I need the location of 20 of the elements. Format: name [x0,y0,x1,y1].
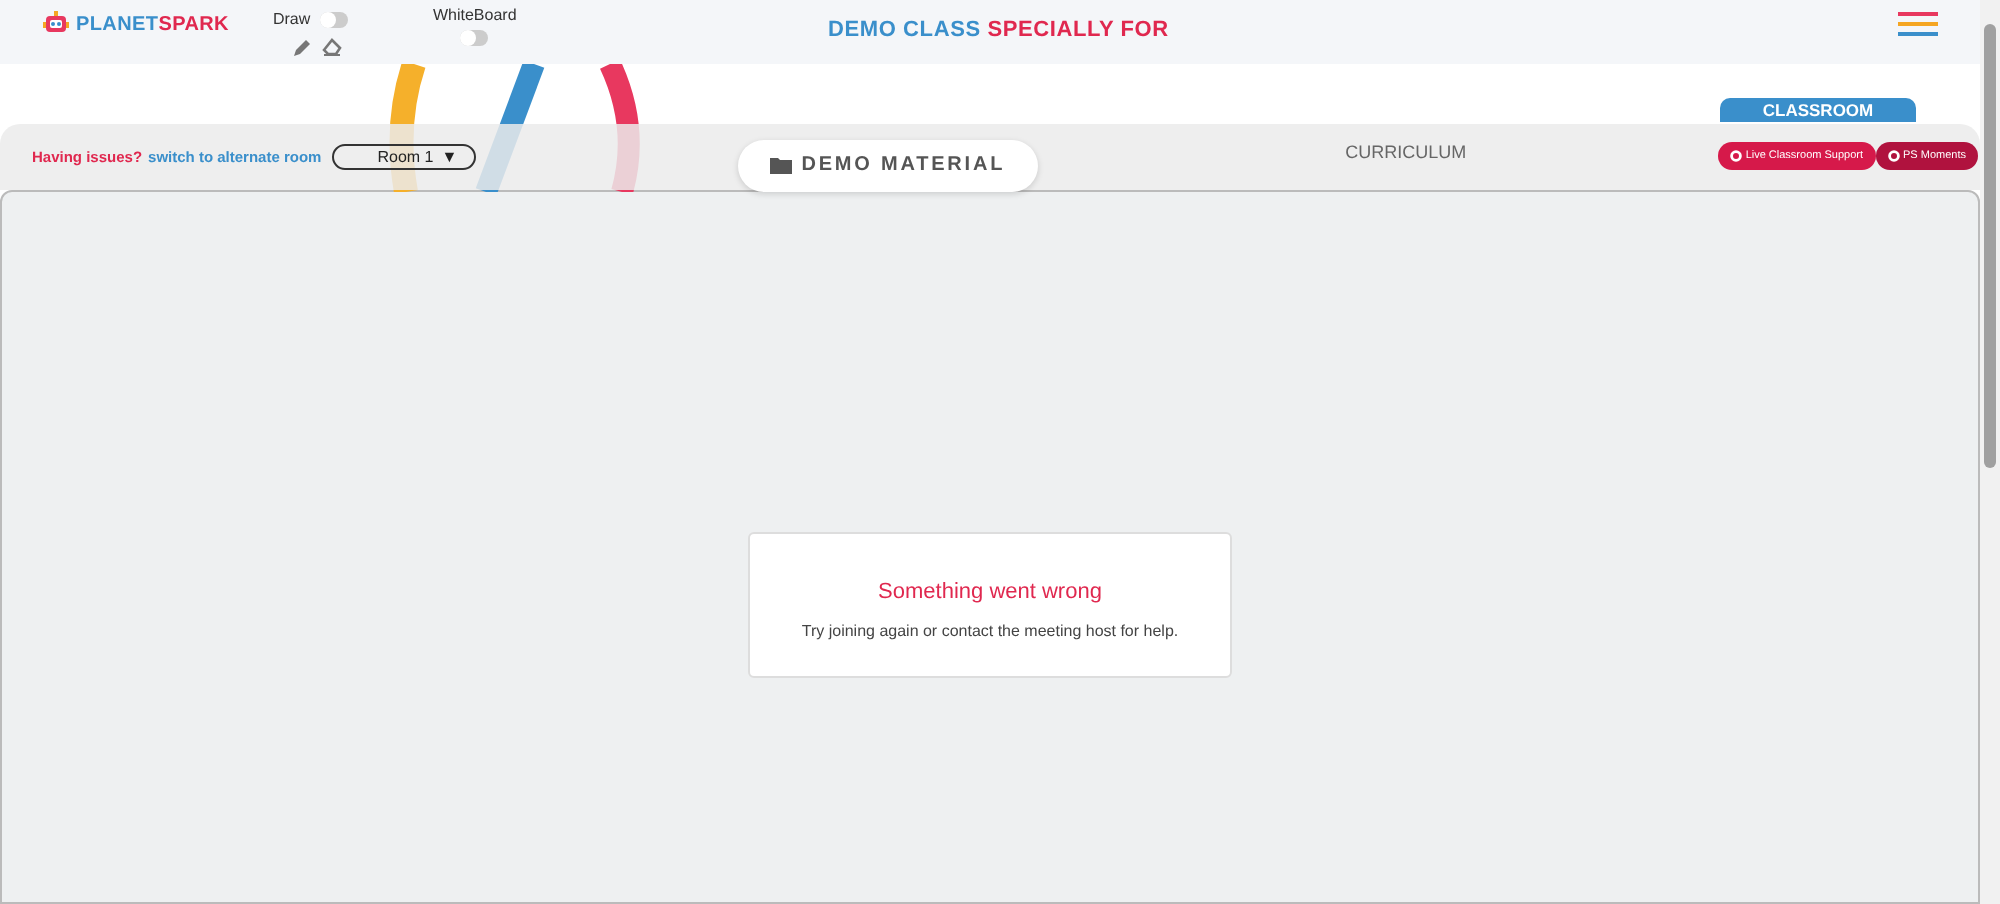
eraser-icon[interactable] [322,38,343,56]
toggle-label: Draw [272,10,311,28]
toggle-switch[interactable] [320,11,349,27]
pencil-icon[interactable] [292,38,313,58]
tab[interactable]: DEMO MATERIAL [737,139,1038,191]
tab[interactable]: CURRICULUM [1345,141,1467,161]
room-select[interactable]: Room 1 ▼ [331,144,476,170]
logo-text: PLANETSPARK [76,13,229,35]
scrollbar[interactable] [1980,0,2000,904]
menu-icon[interactable] [1898,12,1938,36]
folder-icon [769,156,792,174]
toggle-switch[interactable] [460,30,489,46]
tab[interactable]: CLASSROOM [1720,98,1916,122]
robot-logo-icon [42,10,70,38]
circle-icon [1887,150,1900,162]
toggle-label: WhiteBoard [432,6,517,24]
error-message: Try joining again or contact the meeting host for help. [801,622,1179,640]
page-title: DEMO CLASS SPECIALLY FOR [828,18,1169,42]
circle-icon [1729,150,1742,162]
error-title: Something went wrong [878,580,1102,604]
